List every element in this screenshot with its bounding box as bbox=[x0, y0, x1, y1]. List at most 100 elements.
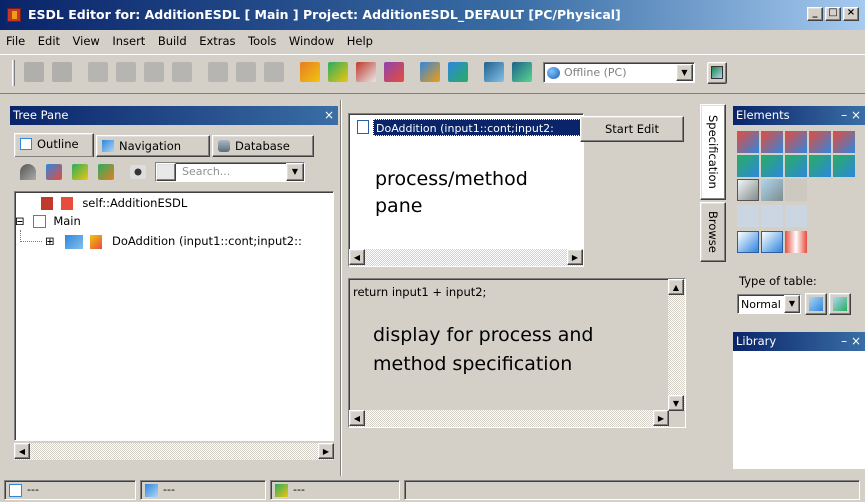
tab-specification[interactable]: Specification bbox=[700, 104, 726, 200]
spec-hscrollbar[interactable]: ◀ ▶ bbox=[349, 410, 669, 427]
view-icon[interactable] bbox=[130, 165, 146, 179]
menu-build[interactable]: Build bbox=[158, 34, 187, 48]
tab-outline[interactable]: Outline bbox=[14, 133, 94, 157]
expand-icon[interactable]: ⊞ bbox=[45, 232, 55, 250]
element-e-icon[interactable] bbox=[833, 131, 855, 153]
tab-database[interactable]: Database bbox=[212, 135, 314, 157]
element-connector-icon[interactable] bbox=[785, 179, 807, 201]
element-s-icon[interactable] bbox=[761, 131, 783, 153]
element-l2-icon[interactable] bbox=[737, 155, 759, 177]
tree-item-self[interactable]: self::AdditionESDL bbox=[41, 194, 187, 212]
element-table-icon[interactable] bbox=[737, 231, 759, 253]
scroll-left-icon[interactable]: ◀ bbox=[349, 410, 365, 426]
table-chart-button[interactable] bbox=[805, 293, 827, 315]
menu-file[interactable]: File bbox=[6, 34, 25, 48]
process-pane-hscrollbar[interactable]: ◀ ▶ bbox=[349, 249, 583, 266]
menu-tools[interactable]: Tools bbox=[248, 34, 276, 48]
copy-icon[interactable] bbox=[116, 62, 136, 82]
sort-icon[interactable] bbox=[46, 164, 62, 180]
scroll-right-icon[interactable]: ▶ bbox=[567, 249, 583, 265]
build-icon[interactable] bbox=[328, 62, 348, 82]
close-icon[interactable]: × bbox=[324, 106, 334, 125]
connect-button[interactable] bbox=[707, 62, 727, 84]
delete-icon[interactable] bbox=[172, 62, 192, 82]
element-c-icon[interactable] bbox=[809, 131, 831, 153]
upload-icon[interactable] bbox=[484, 62, 504, 82]
type-of-table-label: Type of table: bbox=[739, 274, 817, 288]
start-edit-button[interactable]: Start Edit bbox=[580, 116, 684, 142]
menu-help[interactable]: Help bbox=[347, 34, 373, 48]
find-icon[interactable] bbox=[264, 62, 284, 82]
selected-process-item[interactable]: DoAddition (input1::cont;input2: bbox=[373, 119, 581, 136]
download-icon[interactable] bbox=[420, 62, 440, 82]
debug-icon[interactable] bbox=[384, 62, 404, 82]
scroll-left-icon[interactable]: ◀ bbox=[349, 249, 365, 265]
app-icon bbox=[7, 8, 21, 22]
tree-item-doaddition[interactable]: ⊞ DoAddition (input1::cont;input2:: bbox=[45, 232, 302, 250]
menu-extras[interactable]: Extras bbox=[199, 34, 235, 48]
element-grid-icon[interactable] bbox=[761, 231, 783, 253]
close-button[interactable]: × bbox=[843, 7, 859, 21]
tab-navigation[interactable]: Navigation bbox=[96, 135, 210, 157]
specification-code[interactable]: return input1 + input2; bbox=[353, 285, 486, 299]
expand-all-icon[interactable] bbox=[72, 164, 88, 180]
collapse-icon[interactable]: ⊟ bbox=[15, 212, 25, 230]
minimize-button[interactable]: _ bbox=[807, 7, 823, 21]
chevron-down-icon[interactable]: ▼ bbox=[286, 163, 304, 181]
undo-icon[interactable] bbox=[208, 62, 228, 82]
element-mail2-icon[interactable] bbox=[785, 205, 807, 227]
element-mail-icon[interactable] bbox=[761, 205, 783, 227]
tab-outline-label: Outline bbox=[37, 137, 79, 151]
network-icon[interactable] bbox=[448, 62, 468, 82]
library-list[interactable] bbox=[733, 351, 865, 469]
element-condition-icon[interactable] bbox=[737, 179, 759, 201]
redo-icon[interactable] bbox=[236, 62, 256, 82]
menu-view[interactable]: View bbox=[73, 34, 100, 48]
cut-icon[interactable] bbox=[88, 62, 108, 82]
target-combo[interactable]: Offline (PC) ▼ bbox=[543, 62, 695, 83]
element-array-icon[interactable] bbox=[785, 231, 807, 253]
status-cell-1-text: --- bbox=[27, 483, 39, 496]
element-e2-icon[interactable] bbox=[833, 155, 855, 177]
database-icon bbox=[218, 140, 230, 152]
table-edit-button[interactable] bbox=[829, 293, 851, 315]
scroll-down-icon[interactable]: ▼ bbox=[668, 395, 684, 411]
element-l-icon[interactable] bbox=[737, 131, 759, 153]
maximize-button[interactable]: □ bbox=[825, 7, 841, 21]
filter-icon[interactable] bbox=[20, 164, 36, 180]
element-loop-icon[interactable] bbox=[737, 205, 759, 227]
element-u-icon[interactable] bbox=[785, 131, 807, 153]
tab-browse[interactable]: Browse bbox=[700, 202, 726, 262]
scroll-up-icon[interactable]: ▲ bbox=[668, 279, 684, 295]
specification-pane: return input1 + input2; display for proc… bbox=[348, 278, 686, 428]
tree-search-input[interactable]: Search... ▼ bbox=[155, 162, 305, 182]
spec-vscrollbar[interactable]: ▲ ▼ bbox=[668, 279, 685, 411]
table-edit-icon bbox=[833, 297, 847, 311]
menu-edit[interactable]: Edit bbox=[38, 34, 60, 48]
window-title: ESDL Editor for: AdditionESDL [ Main ] P… bbox=[28, 7, 621, 22]
chevron-down-icon[interactable]: ▼ bbox=[676, 64, 693, 81]
online-icon[interactable] bbox=[512, 62, 532, 82]
element-s2-icon[interactable] bbox=[761, 155, 783, 177]
save-icon[interactable] bbox=[24, 62, 44, 82]
menu-insert[interactable]: Insert bbox=[112, 34, 145, 48]
scroll-right-icon[interactable]: ▶ bbox=[318, 443, 334, 459]
paste-icon[interactable] bbox=[144, 62, 164, 82]
tree-item-main[interactable]: ⊟ Main bbox=[15, 212, 81, 230]
type-of-table-select[interactable]: Normal ▼ bbox=[737, 294, 801, 314]
compile-icon[interactable] bbox=[300, 62, 320, 82]
tree-hscrollbar[interactable]: ◀ ▶ bbox=[14, 443, 334, 460]
document-icon bbox=[357, 120, 369, 134]
scroll-right-icon[interactable]: ▶ bbox=[653, 410, 669, 426]
element-u2-icon[interactable] bbox=[785, 155, 807, 177]
menu-window[interactable]: Window bbox=[289, 34, 334, 48]
chevron-down-icon[interactable]: ▼ bbox=[784, 295, 800, 313]
element-branch-icon[interactable] bbox=[761, 179, 783, 201]
scroll-left-icon[interactable]: ◀ bbox=[14, 443, 30, 459]
close-icon[interactable]: – × bbox=[841, 332, 861, 351]
close-icon[interactable]: – × bbox=[841, 106, 861, 125]
element-c2-icon[interactable] bbox=[809, 155, 831, 177]
print-icon[interactable] bbox=[52, 62, 72, 82]
check-icon[interactable] bbox=[356, 62, 376, 82]
collapse-all-icon[interactable] bbox=[98, 164, 114, 180]
